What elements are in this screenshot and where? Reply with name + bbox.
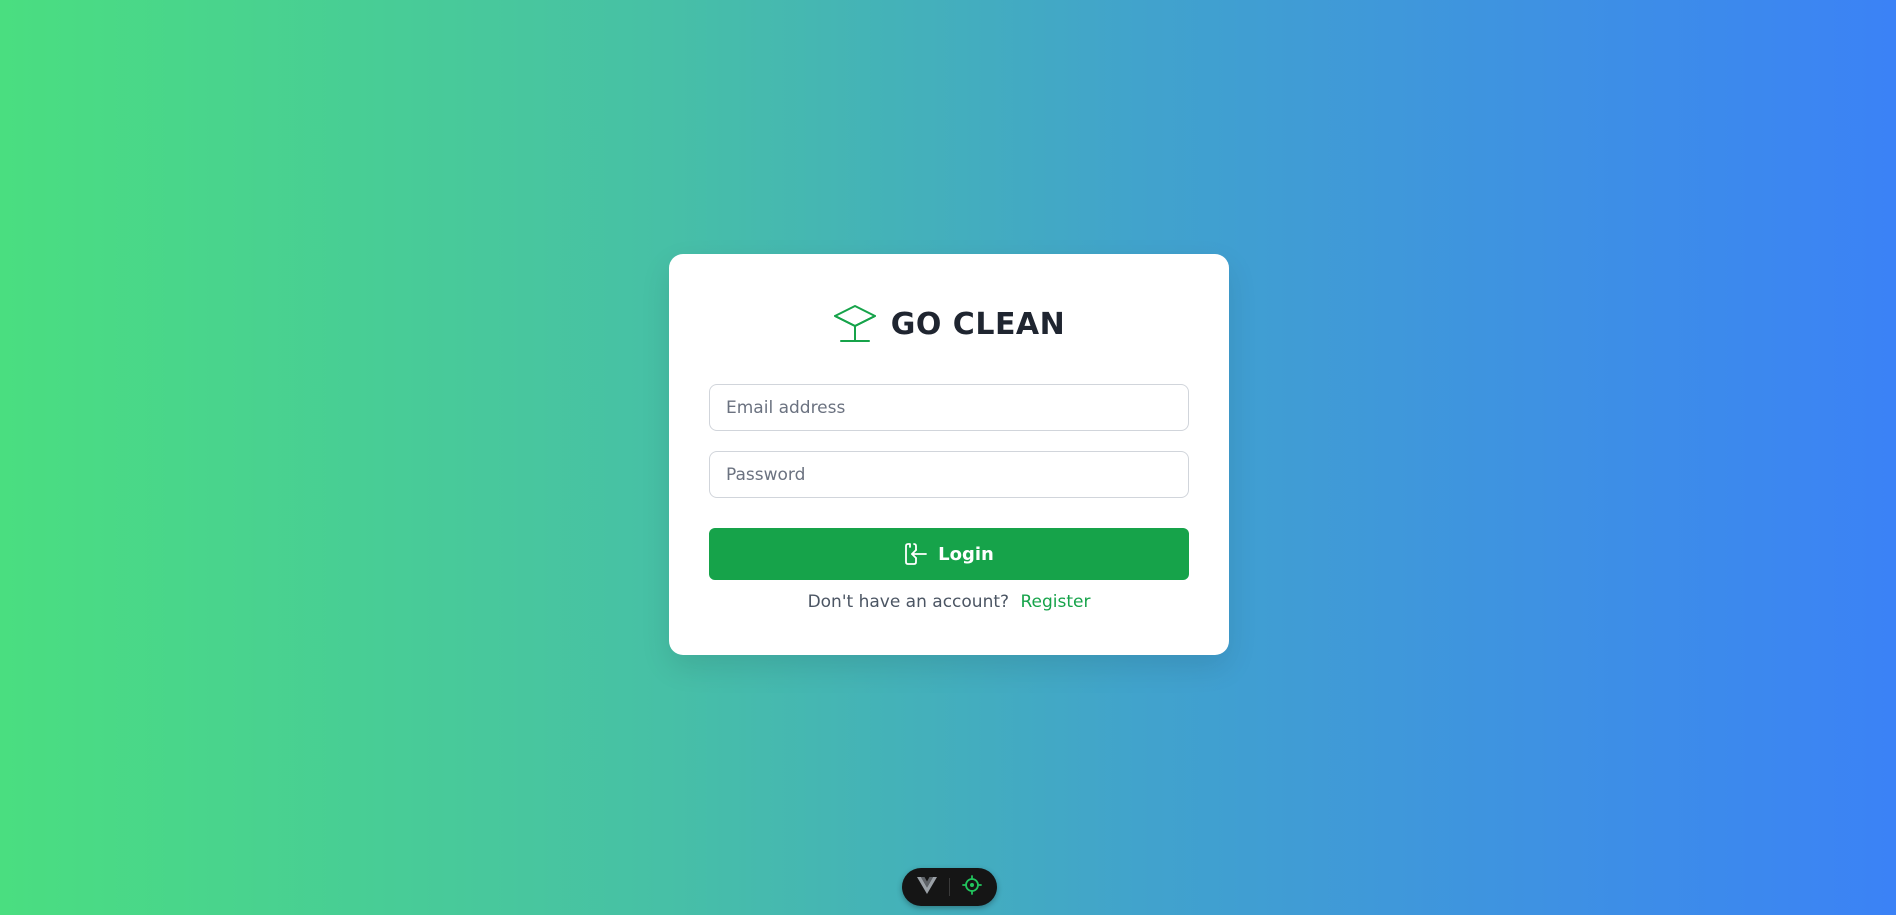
brand-header: GO CLEAN [669, 300, 1229, 348]
register-row: Don't have an account? Register [669, 592, 1229, 612]
vue-logo-icon [917, 876, 937, 898]
inspect-button[interactable] [950, 868, 994, 906]
register-link[interactable]: Register [1020, 592, 1090, 612]
devtools-toolbar [902, 868, 997, 906]
login-button-label: Login [938, 543, 994, 565]
login-button[interactable]: Login [709, 528, 1189, 580]
login-card: GO CLEAN Login Don't have an account? Re… [669, 254, 1229, 655]
login-door-icon [904, 541, 928, 567]
register-prompt: Don't have an account? [807, 592, 1010, 612]
lamp-icon [833, 302, 877, 346]
email-input[interactable] [709, 384, 1189, 431]
brand-title: GO CLEAN [890, 306, 1066, 342]
password-input[interactable] [709, 451, 1189, 498]
crosshair-icon [962, 875, 982, 899]
vue-devtools-button[interactable] [905, 868, 949, 906]
